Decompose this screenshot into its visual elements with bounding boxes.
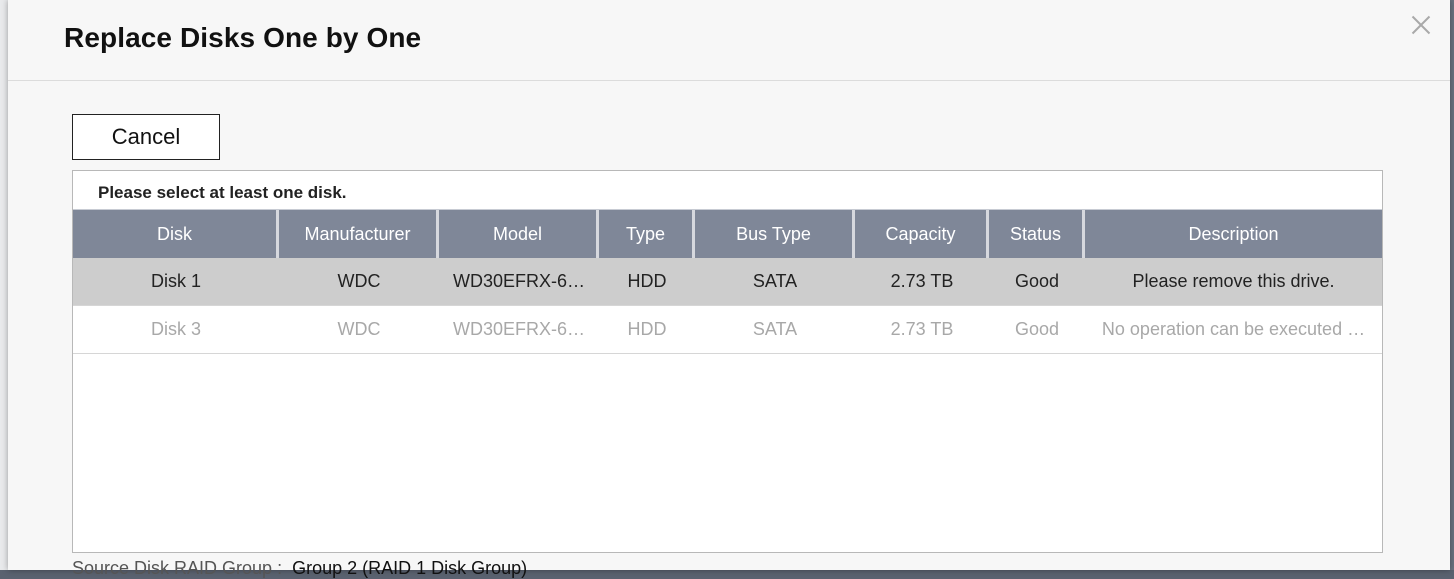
cell-capacity: 2.73 TB [890, 319, 954, 339]
cell-type: HDD [627, 319, 667, 339]
disk-selection-panel: Please select at least one disk. Disk Ma… [72, 170, 1383, 553]
cell-manufacturer: WDC [337, 319, 381, 339]
dialog-title: Replace Disks One by One [64, 22, 422, 53]
disk-table: Disk Manufacturer Model Type Bus Type Ca… [73, 209, 1382, 354]
source-raid-group-value: Group 2 (RAID 1 Disk Group) [292, 558, 528, 578]
cell-model: WD30EFRX-6… [452, 319, 586, 339]
cell-type: HDD [627, 271, 667, 291]
cell-model: WD30EFRX-6… [452, 271, 586, 291]
cell-status: Good [1014, 271, 1060, 291]
cell-disk: Disk 3 [150, 319, 201, 339]
table-row[interactable]: Disk 1 WDC WD30EFRX-6… HDD SATA 2.73 TB … [73, 258, 1382, 306]
column-header-disk[interactable]: Disk [73, 210, 279, 258]
cell-description: Please remove this drive. [1132, 271, 1335, 291]
selection-hint: Please select at least one disk. [98, 183, 347, 202]
source-raid-group-label: Source Disk RAID Group : [72, 558, 283, 578]
table-header: Disk Manufacturer Model Type Bus Type Ca… [73, 209, 1382, 258]
cell-manufacturer: WDC [337, 271, 381, 291]
source-raid-group: Source Disk RAID Group : Group 2 (RAID 1 … [72, 558, 527, 579]
column-header-model[interactable]: Model [439, 210, 599, 258]
cell-capacity: 2.73 TB [890, 271, 954, 291]
column-header-description[interactable]: Description [1085, 210, 1382, 258]
close-icon[interactable] [1408, 12, 1434, 38]
table-row: Disk 3 WDC WD30EFRX-6… HDD SATA 2.73 TB … [73, 306, 1382, 354]
cell-bus-type: SATA [752, 271, 798, 291]
column-header-capacity[interactable]: Capacity [855, 210, 989, 258]
cell-description: No operation can be executed … [1101, 319, 1366, 339]
column-header-type[interactable]: Type [599, 210, 695, 258]
cancel-button[interactable]: Cancel [72, 114, 220, 160]
cell-disk: Disk 1 [150, 271, 201, 291]
cell-status: Good [1014, 319, 1060, 339]
column-header-manufacturer[interactable]: Manufacturer [279, 210, 439, 258]
dialog-header: Replace Disks One by One [8, 0, 1450, 81]
column-header-status[interactable]: Status [989, 210, 1085, 258]
column-header-bus-type[interactable]: Bus Type [695, 210, 855, 258]
cell-bus-type: SATA [752, 319, 798, 339]
